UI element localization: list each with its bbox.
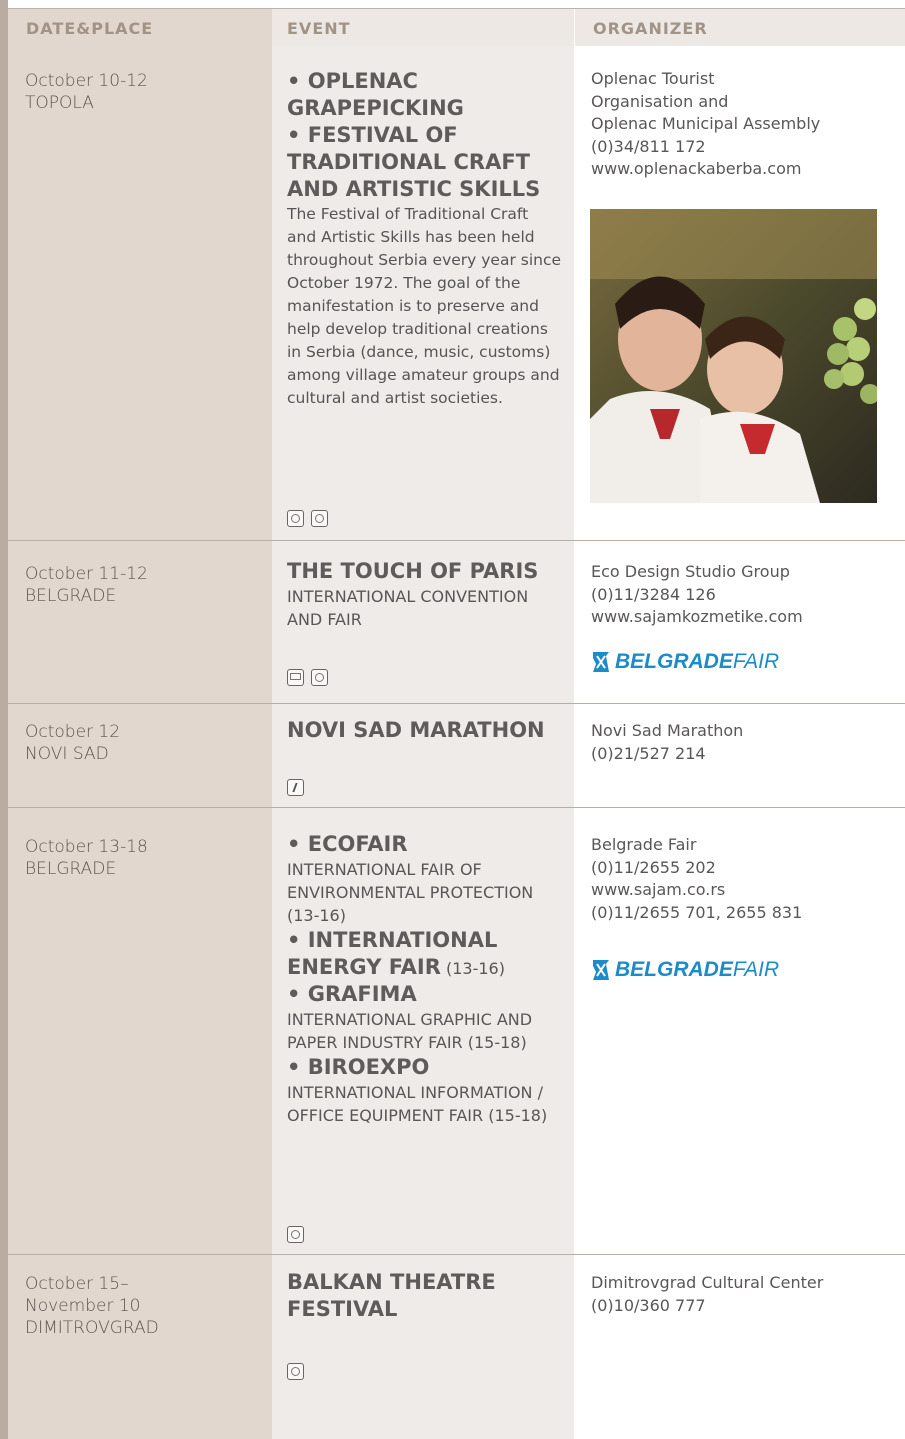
organizer-cell: Dimitrovgrad Cultural Center (0)10/360 7… <box>591 1272 891 1317</box>
event-place: NOVI SAD <box>25 744 109 764</box>
event-date: October 12 <box>25 722 121 742</box>
organizer-cell: Novi Sad Marathon (0)21/527 214 <box>591 720 891 765</box>
organizer-cell: Belgrade Fair (0)11/2655 202 www.sajam.c… <box>591 834 891 924</box>
organizer-line: Organisation and <box>591 91 729 111</box>
event-icons <box>287 779 304 796</box>
table-row-date: October 11-12 BELGRADE <box>25 563 148 607</box>
event-title: NOVI SAD MARATHON <box>287 718 545 742</box>
organizer-line: Dimitrovgrad Cultural Center <box>591 1273 824 1292</box>
organizer-website[interactable]: www.sajam.co.rs <box>591 879 891 902</box>
event-icons <box>287 1363 304 1380</box>
table-row-date: October 15– November 10 DIMITROVGRAD <box>25 1273 159 1339</box>
event-icons <box>287 1226 304 1243</box>
belgrade-fair-mark-icon <box>593 652 609 672</box>
event-title: THE TOUCH OF PARIS <box>287 559 539 583</box>
event-place: BELGRADE <box>25 859 117 879</box>
event-title: • GRAFIMA <box>287 982 417 1006</box>
logo-word-fair: FAIR <box>732 650 780 673</box>
theatre-masks-icon <box>311 510 328 527</box>
organizer-line: Oplenac Tourist <box>591 69 715 88</box>
organizer-line: Oplenac Municipal Assembly <box>591 114 821 133</box>
exhibition-icon <box>287 669 304 686</box>
row-divider <box>8 703 905 704</box>
event-title: • OPLENAC GRAPEPICKING <box>287 69 464 120</box>
theatre-masks-icon <box>287 1363 304 1380</box>
organizer-phone: (0)21/527 214 <box>591 743 706 763</box>
event-place: TOPOLA <box>25 93 94 113</box>
event-place: DIMITROVGRAD <box>25 1318 159 1338</box>
logo-word-belgrade: BELGRADE <box>615 958 733 981</box>
table-row-date: October 13-18 BELGRADE <box>25 836 148 880</box>
organizer-phone: (0)11/3284 126 <box>591 584 716 604</box>
event-icons <box>287 669 328 686</box>
event-subtitle: INTERNATIONAL INFORMATION / OFFICE EQUIP… <box>287 1083 548 1125</box>
organizer-website[interactable]: www.sajamkozmetike.com <box>591 606 891 629</box>
organizer-phone: (0)34/811 172 <box>591 136 706 156</box>
header-date-place: DATE&PLACE <box>8 9 272 46</box>
event-date: October 13-18 <box>25 837 148 857</box>
event-cell: THE TOUCH OF PARIS INTERNATIONAL CONVENT… <box>287 558 562 631</box>
organizer-phone: (0)11/2655 701, 2655 831 <box>591 902 803 922</box>
globe-icon <box>287 1226 304 1243</box>
belgrade-fair-logo: BELGRADEFAIR <box>591 650 779 674</box>
event-subtitle: INTERNATIONAL GRAPHIC AND PAPER INDUSTRY… <box>287 1010 533 1052</box>
left-accent-bar <box>0 0 8 1439</box>
event-place: BELGRADE <box>25 586 117 606</box>
event-description: The Festival of Traditional Craft and Ar… <box>287 205 562 407</box>
organizer-website[interactable]: www.oplenackaberba.com <box>591 158 891 181</box>
organizer-line: Belgrade Fair <box>591 835 697 854</box>
globe-icon <box>311 669 328 686</box>
folklore-icon <box>287 510 304 527</box>
organizer-phone: (0)11/2655 202 <box>591 857 716 877</box>
event-date: October 15– <box>25 1274 129 1294</box>
table-header: DATE&PLACE EVENT ORGANIZER <box>8 9 905 46</box>
event-subtitle: (13-16) <box>446 959 505 978</box>
header-event: EVENT <box>272 9 574 46</box>
event-subtitle: INTERNATIONAL FAIR OF ENVIRONMENTAL PROT… <box>287 860 534 925</box>
row-divider <box>8 1254 905 1255</box>
belgrade-fair-mark-icon <box>593 960 609 980</box>
event-cell: • OPLENAC GRAPEPICKING • FESTIVAL OF TRA… <box>287 68 562 410</box>
event-cell: NOVI SAD MARATHON <box>287 717 562 744</box>
organizer-cell: Oplenac Tourist Organisation and Oplenac… <box>591 68 891 181</box>
event-subtitle: INTERNATIONAL CONVENTION AND FAIR <box>287 587 529 629</box>
organizer-cell: Eco Design Studio Group (0)11/3284 126 w… <box>591 561 891 629</box>
event-cell: • ECOFAIR INTERNATIONAL FAIR OF ENVIRONM… <box>287 831 562 1127</box>
runner-icon <box>287 779 304 796</box>
table-row-date: October 12 NOVI SAD <box>25 721 120 765</box>
event-title: • FESTIVAL OF TRADITIONAL CRAFT AND ARTI… <box>287 123 541 201</box>
table-row-date: October 10-12 TOPOLA <box>25 70 148 114</box>
event-date: October 11-12 <box>25 564 148 584</box>
organizer-phone: (0)10/360 777 <box>591 1295 706 1315</box>
row-divider <box>8 540 905 541</box>
event-date: October 10-12 <box>25 71 148 91</box>
grapepicking-photo <box>590 209 877 503</box>
event-date-end: November 10 <box>25 1296 141 1316</box>
event-icons <box>287 510 328 527</box>
row-divider <box>8 807 905 808</box>
organizer-line: Novi Sad Marathon <box>591 721 744 740</box>
event-title: • ECOFAIR <box>287 832 408 856</box>
organizer-line: Eco Design Studio Group <box>591 562 790 581</box>
event-title: BALKAN THEATRE FESTIVAL <box>287 1270 496 1321</box>
logo-word-fair: FAIR <box>732 958 780 981</box>
logo-word-belgrade: BELGRADE <box>615 650 733 673</box>
belgrade-fair-logo: BELGRADEFAIR <box>591 958 779 982</box>
header-organizer: ORGANIZER <box>574 9 905 46</box>
event-cell: BALKAN THEATRE FESTIVAL <box>287 1269 537 1323</box>
event-title: • BIROEXPO <box>287 1055 430 1079</box>
